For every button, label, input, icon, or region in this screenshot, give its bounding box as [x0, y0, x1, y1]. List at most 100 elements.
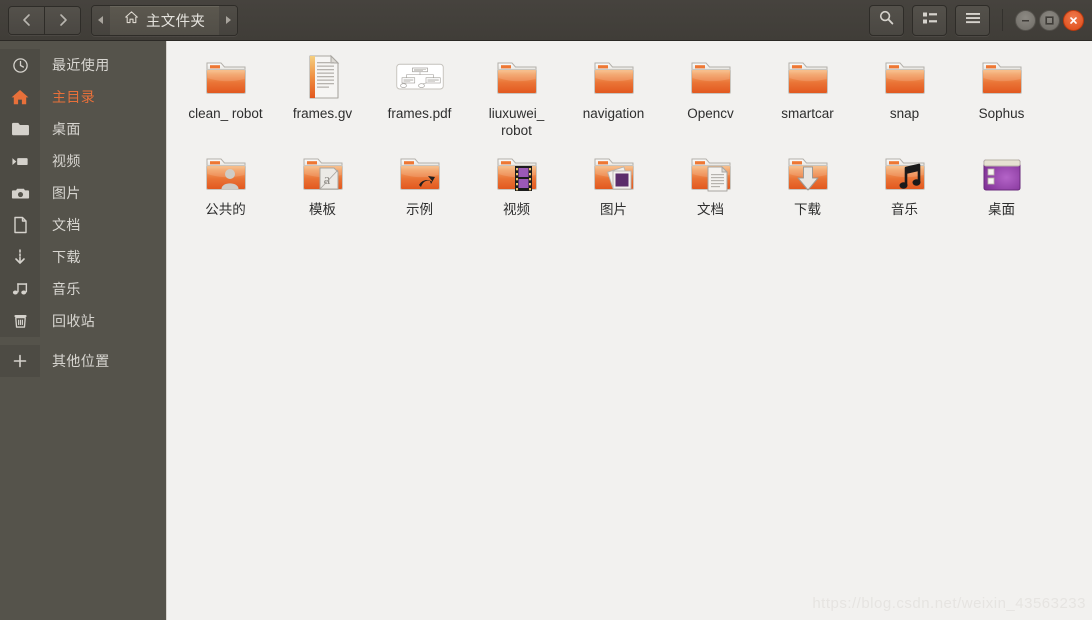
- file-label: smartcar: [781, 106, 834, 121]
- folder-icon: [687, 53, 735, 101]
- file-label: frames.gv: [292, 106, 353, 121]
- sidebar-item-documents[interactable]: 文档: [0, 209, 166, 241]
- sidebar-item-recent[interactable]: 最近使用: [0, 49, 166, 81]
- maximize-button[interactable]: [1039, 9, 1060, 31]
- file-list-view[interactable]: clean_ robot frames.gv frames.pdf liuxuw…: [167, 41, 1092, 620]
- navigation-button-group: [8, 5, 81, 35]
- folder-pictures-icon: [590, 149, 638, 197]
- minimize-button[interactable]: [1015, 9, 1036, 31]
- folder-templates-icon: a: [299, 149, 347, 197]
- file-item-downloads[interactable]: 下载: [759, 145, 856, 224]
- sidebar-item-music[interactable]: 音乐: [0, 273, 166, 305]
- file-label: 模板: [309, 202, 336, 217]
- window-body: 最近使用 主目录 桌面 视频 图片 文档 下载 音乐 回收站 其他位置 clea…: [0, 41, 1092, 620]
- sidebar-item-desktop[interactable]: 桌面: [0, 113, 166, 145]
- file-label: 图片: [600, 202, 627, 217]
- file-item-opencv[interactable]: Opencv: [662, 49, 759, 145]
- file-label: 音乐: [891, 202, 918, 217]
- folder-music-icon: [881, 149, 929, 197]
- search-button[interactable]: [869, 4, 904, 36]
- menu-button[interactable]: [955, 4, 990, 36]
- trash-icon: [0, 305, 40, 337]
- home-icon: [124, 10, 139, 30]
- view-mode-button[interactable]: [912, 4, 947, 36]
- file-item-frames-pdf[interactable]: frames.pdf: [371, 49, 468, 145]
- sidebar-label-trash: 回收站: [52, 313, 96, 329]
- file-item-sophus[interactable]: Sophus: [953, 49, 1050, 145]
- folder-examples-icon: [396, 149, 444, 197]
- forward-button[interactable]: [44, 6, 80, 34]
- sidebar-item-trash[interactable]: 回收站: [0, 305, 166, 337]
- sidebar-item-other-locations[interactable]: 其他位置: [0, 345, 166, 377]
- video-icon: [0, 145, 40, 177]
- file-item-clean-robot[interactable]: clean_ robot: [177, 49, 274, 145]
- file-label: 视频: [503, 202, 530, 217]
- file-item-templates[interactable]: a 模板: [274, 145, 371, 224]
- watermark-text: https://blog.csdn.net/weixin_43563233: [812, 595, 1086, 612]
- icon-grid: clean_ robot frames.gv frames.pdf liuxuw…: [167, 41, 1092, 224]
- file-label: Sophus: [978, 106, 1025, 121]
- file-item-frames-gv[interactable]: frames.gv: [274, 49, 371, 145]
- path-next-button[interactable]: [219, 5, 238, 35]
- breadcrumb-item-home[interactable]: 主文件夹: [110, 5, 220, 35]
- folder-icon: [881, 53, 929, 101]
- maximize-icon: [1044, 15, 1055, 26]
- breadcrumb-label: 主文件夹: [146, 13, 206, 30]
- sidebar-label-music: 音乐: [52, 281, 81, 297]
- file-item-videos[interactable]: 视频: [468, 145, 565, 224]
- file-item-public[interactable]: 公共的: [177, 145, 274, 224]
- file-item-desktop[interactable]: 桌面: [953, 145, 1050, 224]
- camera-icon: [0, 177, 40, 209]
- sidebar: 最近使用 主目录 桌面 视频 图片 文档 下载 音乐 回收站 其他位置: [0, 41, 167, 620]
- folder-icon: [590, 53, 638, 101]
- home-icon: [0, 81, 40, 113]
- download-icon: [0, 241, 40, 273]
- file-label: clean_ robot: [188, 106, 263, 121]
- close-icon: [1068, 15, 1079, 26]
- folder-icon: [0, 113, 40, 145]
- path-previous-button[interactable]: [92, 5, 110, 35]
- clock-icon: [0, 49, 40, 81]
- file-item-snap[interactable]: snap: [856, 49, 953, 145]
- back-button[interactable]: [9, 6, 44, 34]
- document-icon: [0, 209, 40, 241]
- header-right-group: [869, 4, 1084, 36]
- file-item-music[interactable]: 音乐: [856, 145, 953, 224]
- text-document-icon: [299, 53, 347, 101]
- header-bar: 主文件夹: [0, 0, 1092, 41]
- file-item-pictures[interactable]: 图片: [565, 145, 662, 224]
- sidebar-item-downloads[interactable]: 下载: [0, 241, 166, 273]
- list-view-icon: [922, 11, 938, 30]
- file-label: 下载: [794, 202, 821, 217]
- sidebar-label-pictures: 图片: [52, 185, 81, 201]
- hamburger-menu-icon: [965, 11, 981, 30]
- search-icon: [878, 9, 895, 31]
- header-separator: [1002, 9, 1003, 31]
- file-label: 公共的: [205, 202, 246, 217]
- folder-videos-icon: [493, 149, 541, 197]
- minimize-icon: [1020, 15, 1031, 26]
- folder-icon: [493, 53, 541, 101]
- file-label: frames.pdf: [387, 106, 452, 121]
- sidebar-label-recent: 最近使用: [52, 57, 110, 73]
- header-left-group: 主文件夹: [8, 4, 239, 36]
- folder-icon: [202, 53, 250, 101]
- file-item-smartcar[interactable]: smartcar: [759, 49, 856, 145]
- file-item-documents[interactable]: 文档: [662, 145, 759, 224]
- sidebar-label-documents: 文档: [52, 217, 81, 233]
- folder-icon: [784, 53, 832, 101]
- close-button[interactable]: [1063, 9, 1084, 31]
- pdf-thumbnail-icon: [395, 53, 444, 101]
- file-label: Opencv: [687, 106, 734, 121]
- file-label: liuxuwei_ robot: [488, 106, 545, 138]
- sidebar-item-videos[interactable]: 视频: [0, 145, 166, 177]
- sidebar-item-pictures[interactable]: 图片: [0, 177, 166, 209]
- file-item-navigation[interactable]: navigation: [565, 49, 662, 145]
- file-item-examples[interactable]: 示例: [371, 145, 468, 224]
- file-item-liuxuwei-robot[interactable]: liuxuwei_ robot: [468, 49, 565, 145]
- folder-downloads-icon: [784, 149, 832, 197]
- file-label: 示例: [406, 202, 433, 217]
- sidebar-item-home[interactable]: 主目录: [0, 81, 166, 113]
- sidebar-label-home: 主目录: [52, 89, 96, 105]
- folder-icon: [978, 53, 1026, 101]
